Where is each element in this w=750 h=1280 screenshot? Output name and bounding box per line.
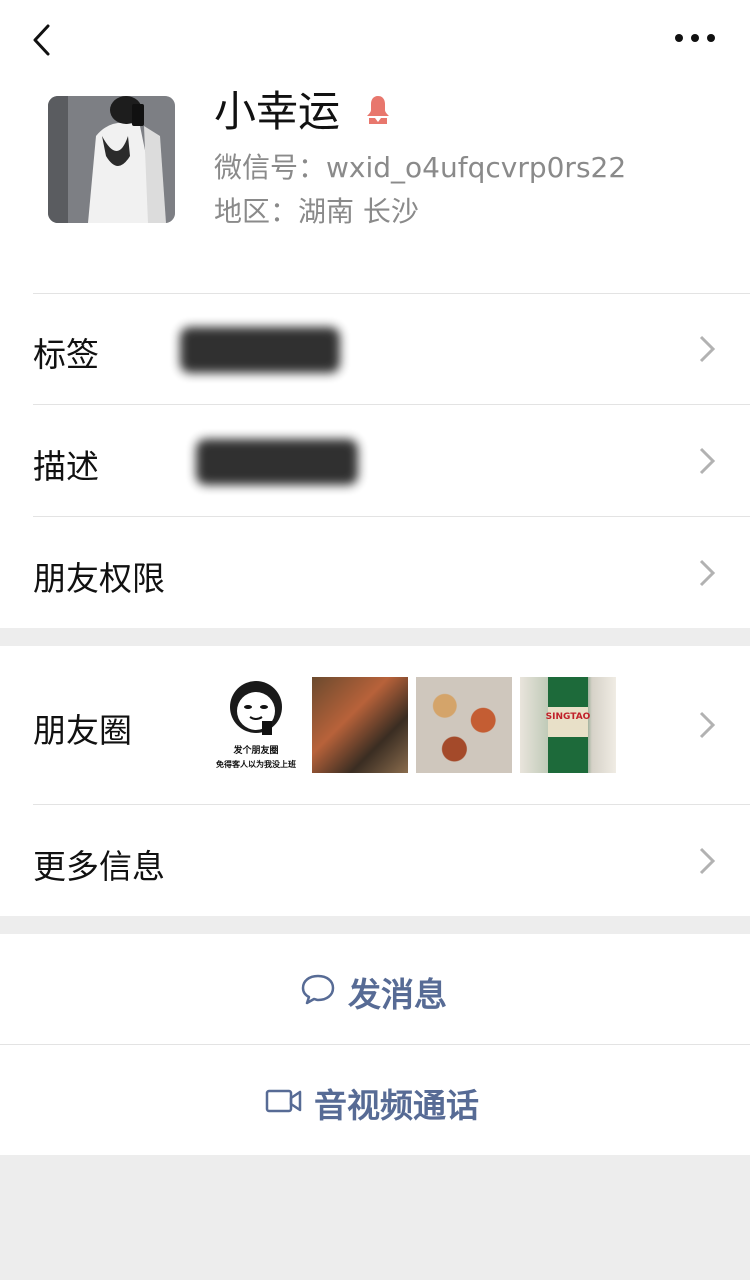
row-moments[interactable]: 朋友圈 发个朋友圈 免得客人以为我没上班 SINGTAO xyxy=(0,646,750,804)
panda-meme-image: 发个朋友圈 免得客人以为我没上班 xyxy=(216,681,296,769)
chat-bubble-icon xyxy=(301,974,335,1005)
row-label-description: 描述 xyxy=(33,447,99,486)
video-camera-icon xyxy=(265,1089,302,1113)
row-tags[interactable]: 标签 xyxy=(0,293,750,404)
row-description[interactable]: 描述 xyxy=(0,405,750,516)
region-value: 湖南 长沙 xyxy=(298,195,419,228)
chevron-right-icon xyxy=(699,335,716,363)
send-message-button[interactable]: 发消息 xyxy=(0,934,750,1044)
avatar[interactable] xyxy=(48,96,175,223)
meme-caption-line2: 免得客人以为我没上班 xyxy=(216,759,296,769)
chevron-right-icon xyxy=(699,559,716,587)
video-call-button[interactable]: 音视频通话 xyxy=(0,1045,750,1155)
row-label-tags: 标签 xyxy=(33,335,99,374)
more-options-icon[interactable] xyxy=(672,26,718,50)
moments-section: 朋友圈 发个朋友圈 免得客人以为我没上班 SINGTAO 更多信息 xyxy=(0,646,750,916)
moments-thumb-meme: 发个朋友圈 免得客人以为我没上班 xyxy=(208,677,304,773)
row-label-moments: 朋友圈 xyxy=(33,711,132,750)
send-message-label: 发消息 xyxy=(348,975,447,1014)
row-friend-permissions[interactable]: 朋友权限 xyxy=(0,517,750,628)
profile-header: 小幸运 微信号：wxid_o4ufqcvrp0rs22 地区：湖南 长沙 xyxy=(0,0,750,293)
chevron-right-icon xyxy=(699,711,716,739)
chevron-right-icon xyxy=(699,847,716,875)
redacted-description xyxy=(196,439,358,485)
moments-thumb-beer: SINGTAO xyxy=(520,677,616,773)
wechat-id-value: wxid_o4ufqcvrp0rs22 xyxy=(326,151,627,184)
moments-thumb-dishes xyxy=(416,677,512,773)
wechat-id-label: 微信号： xyxy=(214,151,327,184)
female-gender-icon xyxy=(367,96,389,124)
avatar-photo xyxy=(48,96,175,223)
beer-bottle-image: SINGTAO xyxy=(546,677,591,773)
redacted-tags xyxy=(180,327,340,373)
contact-name: 小幸运 xyxy=(214,87,341,136)
wechat-id-line: 微信号：wxid_o4ufqcvrp0rs22 xyxy=(214,150,626,186)
info-section: 标签 描述 朋友权限 xyxy=(0,293,750,628)
region-line: 地区：湖南 长沙 xyxy=(214,194,419,230)
beer-label-text: SINGTAO xyxy=(546,712,591,722)
meme-caption-line1: 发个朋友圈 xyxy=(232,744,278,756)
back-arrow-icon[interactable] xyxy=(26,22,62,58)
video-call-label: 音视频通话 xyxy=(314,1086,479,1125)
chevron-right-icon xyxy=(699,447,716,475)
row-label-friend-permissions: 朋友权限 xyxy=(33,559,165,598)
region-label: 地区： xyxy=(214,195,299,228)
row-more-info[interactable]: 更多信息 xyxy=(0,805,750,916)
moments-thumb-skewers xyxy=(312,677,408,773)
row-label-more-info: 更多信息 xyxy=(33,847,165,886)
